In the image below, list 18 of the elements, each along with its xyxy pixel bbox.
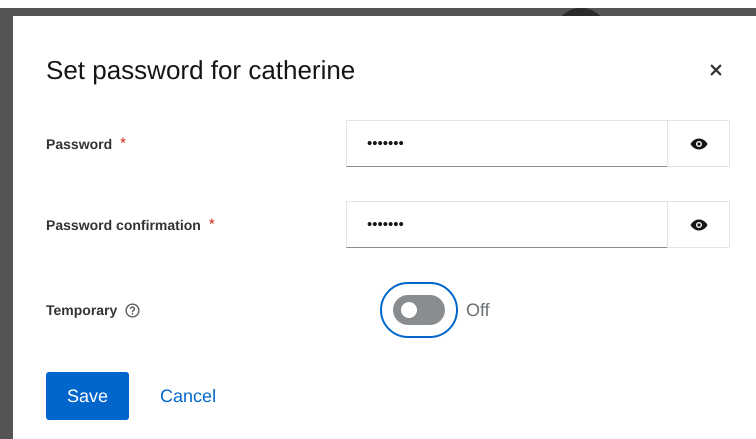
cancel-link[interactable]: Cancel	[139, 372, 238, 420]
password-field[interactable]: •••••••	[346, 201, 667, 248]
field-label: Password confirmation	[46, 216, 201, 232]
save-button[interactable]: Save	[46, 372, 130, 420]
close-icon	[710, 64, 722, 76]
password-field[interactable]: •••••••	[346, 120, 667, 167]
toggle-state: Off	[466, 300, 490, 320]
eye-icon	[690, 218, 708, 230]
dialog-title: Set password for catherine	[46, 54, 356, 86]
field-label: Temporary	[46, 302, 118, 318]
help-icon[interactable]	[125, 302, 140, 318]
show-password-button[interactable]	[667, 120, 730, 167]
field-label: Password	[46, 136, 112, 152]
show-password-button[interactable]	[667, 201, 730, 248]
required-mark: *	[208, 216, 215, 233]
eye-icon	[690, 138, 708, 150]
toggle-switch[interactable]	[380, 282, 458, 338]
required-mark: *	[120, 135, 126, 152]
